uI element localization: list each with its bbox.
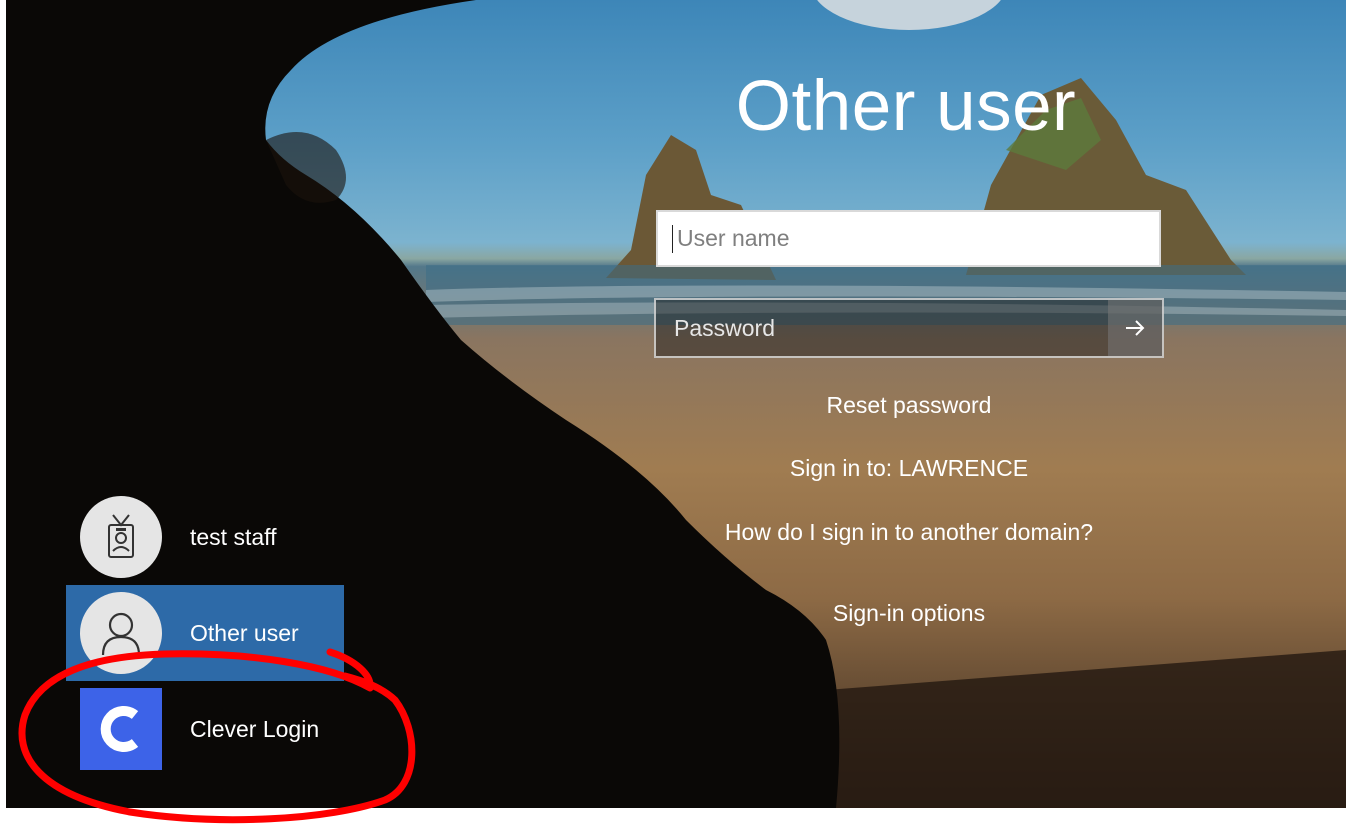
red-annotation-circle [18, 648, 416, 824]
